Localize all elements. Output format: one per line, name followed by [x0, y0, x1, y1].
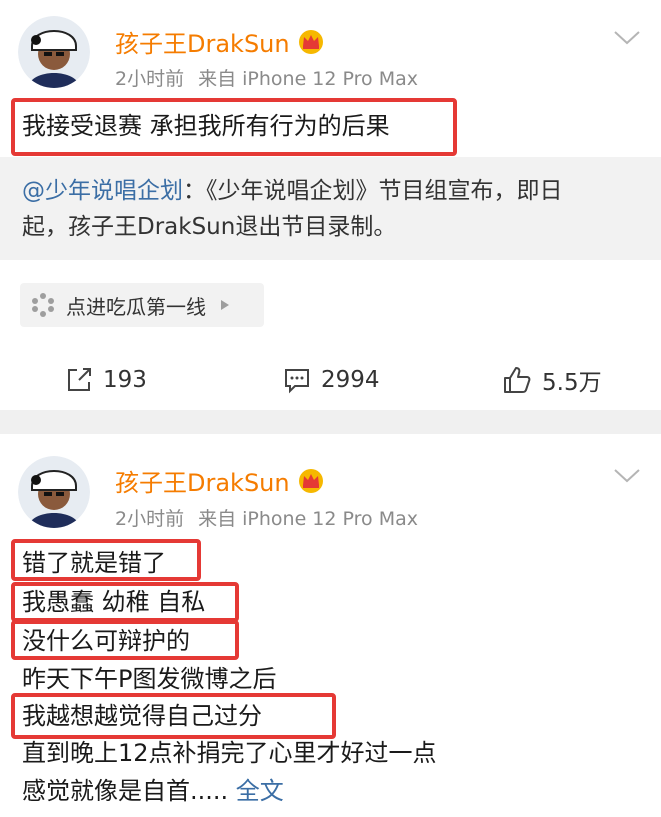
weibo-post-2: 孩子王DrakSun 2小时前 来自 iPhone 12 Pro Max 错了就是…	[0, 434, 661, 817]
weibo-post-1: 孩子王DrakSun 2小时前 来自 iPhone 12 Pro Max 我接受退…	[0, 0, 661, 410]
post-line: 我愚蠢 幼稚 自私	[22, 588, 206, 616]
post-meta: 2小时前 来自 iPhone 12 Pro Max	[115, 504, 418, 531]
repost-button[interactable]: 193	[65, 355, 147, 405]
repost-text: @少年说唱企划：《少年说唱企划》节目组宣布，即日 起，孩子王DrakSun退出节…	[22, 173, 642, 245]
repost-count: 193	[103, 367, 147, 393]
post-line: 感觉就像是自首.....	[22, 777, 229, 805]
like-count: 5.5万	[542, 370, 602, 396]
repost-icon	[68, 368, 91, 391]
feed-divider	[0, 410, 661, 434]
avatar[interactable]	[18, 456, 90, 528]
post-line-last: 感觉就像是自首..... 全文	[22, 776, 284, 806]
crown-icon	[296, 29, 326, 55]
comment-count: 2994	[321, 367, 380, 393]
post-meta: 2小时前 来自 iPhone 12 Pro Max	[115, 64, 418, 91]
post-text: 我接受退赛 承担我所有行为的后果	[22, 112, 390, 140]
chevron-down-icon[interactable]	[613, 30, 641, 46]
full-text-link[interactable]: 全文	[236, 777, 284, 805]
play-triangle-icon	[221, 300, 229, 310]
post-line: 没什么可辩护的	[22, 627, 190, 655]
chevron-down-icon[interactable]	[613, 468, 641, 484]
post-line: 错了就是错了	[22, 549, 166, 577]
topic-chip[interactable]: 点进吃瓜第一线	[20, 283, 264, 327]
repost-line2: 起，孩子王DrakSun退出节目录制。	[22, 214, 397, 240]
repost-block[interactable]: @少年说唱企划：《少年说唱企划》节目组宣布，即日 起，孩子王DrakSun退出节…	[0, 157, 661, 260]
username-row: 孩子王DrakSun	[115, 24, 326, 59]
chip-label: 点进吃瓜第一线	[66, 294, 206, 319]
crown-icon	[296, 468, 326, 494]
comment-button[interactable]: 2994	[283, 355, 380, 405]
post-time: 2小时前	[115, 508, 185, 530]
username-row: 孩子王DrakSun	[115, 463, 326, 498]
post-line: 昨天下午P图发微博之后	[22, 665, 277, 693]
comment-icon	[285, 369, 309, 394]
username[interactable]: 孩子王DrakSun	[115, 24, 290, 59]
post-time: 2小时前	[115, 68, 185, 90]
post-line: 我越想越觉得自己过分	[22, 702, 262, 730]
repost-line1: ：《少年说唱企划》节目组宣布，即日	[183, 178, 563, 204]
username[interactable]: 孩子王DrakSun	[115, 463, 290, 498]
post-line: 直到晚上12点补捐完了心里才好过一点	[22, 739, 437, 767]
action-bar: 193 2994 5.5万	[0, 355, 661, 405]
post-source: 来自 iPhone 12 Pro Max	[198, 68, 418, 90]
like-button[interactable]: 5.5万	[502, 355, 602, 405]
post-source: 来自 iPhone 12 Pro Max	[198, 508, 418, 530]
mention-link[interactable]: @少年说唱企划	[22, 178, 183, 204]
loading-icon	[32, 293, 54, 317]
like-icon	[504, 367, 531, 393]
avatar[interactable]	[18, 16, 90, 88]
